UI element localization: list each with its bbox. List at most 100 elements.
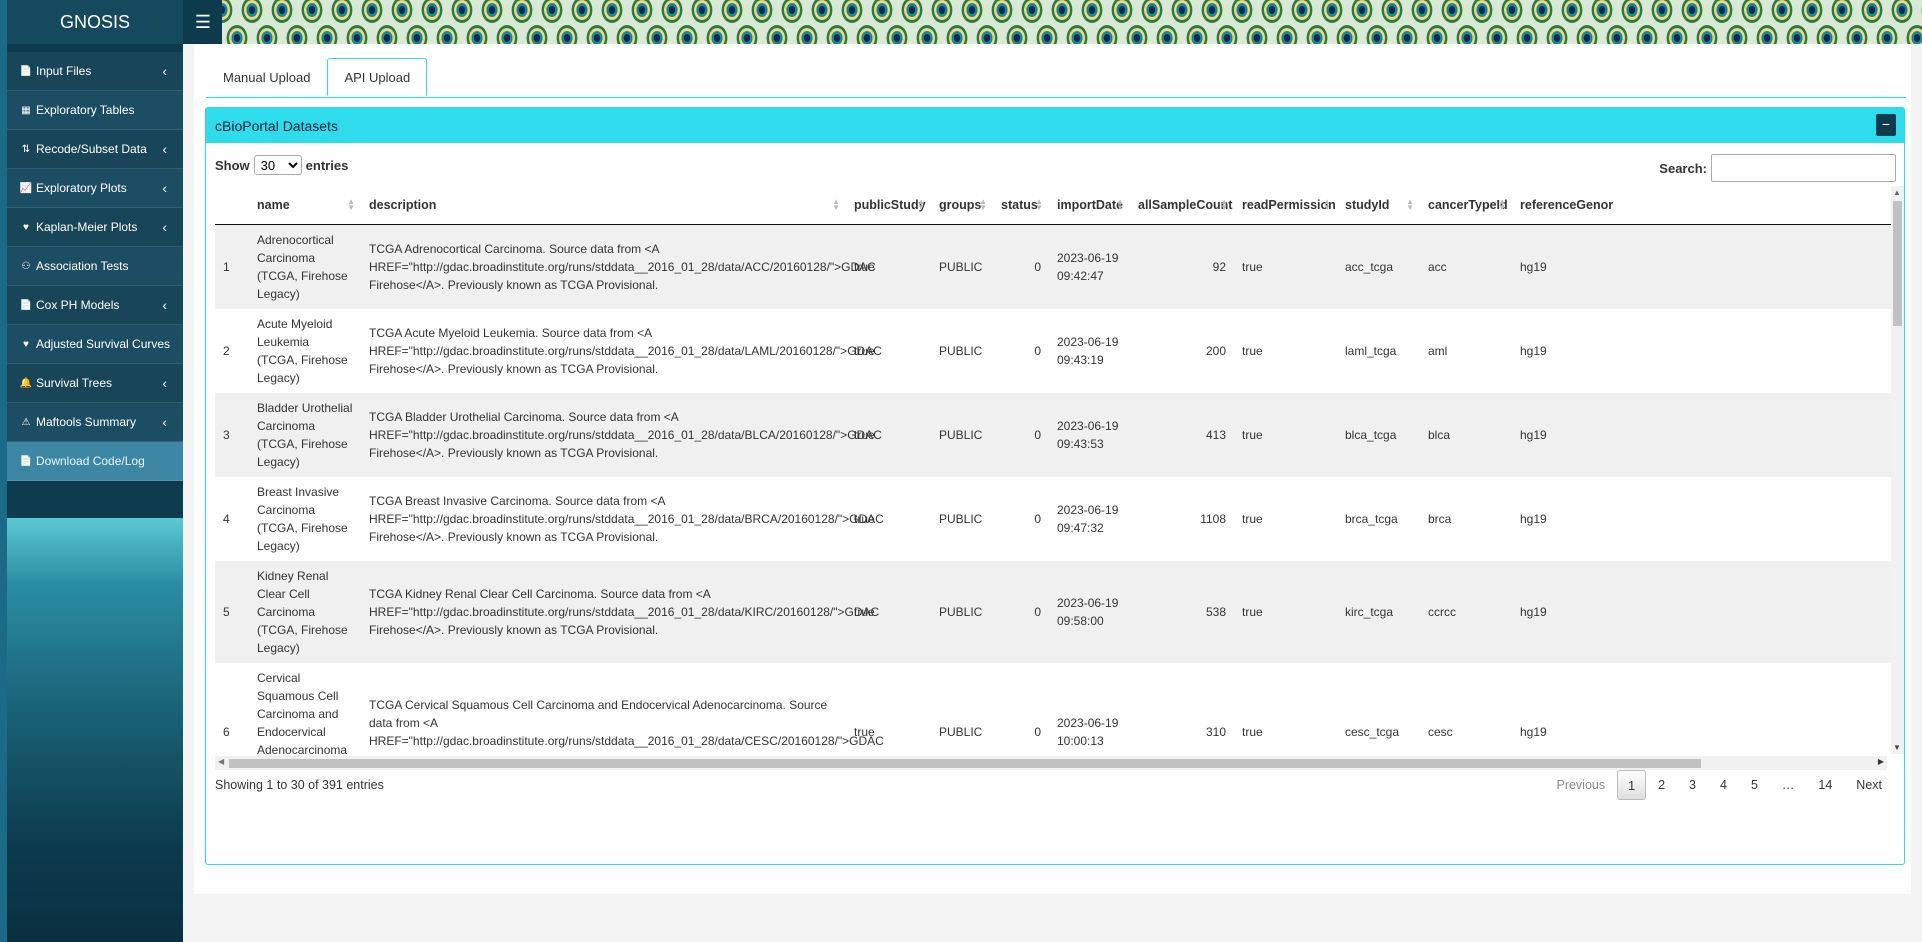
sort-icon[interactable]: ▲ ▼ — [1323, 197, 1331, 211]
table-cell-allsamplecount: 1108 — [1130, 476, 1234, 561]
column-header-publicstudy[interactable]: publicStudy ▲ ▼ — [846, 186, 931, 225]
table-row[interactable]: 5 Kidney Renal Clear Cell Carcinoma (TCGA… — [215, 560, 1895, 663]
table-cell-readpermission: true — [1234, 224, 1337, 309]
sort-icon[interactable]: ▲ ▼ — [1220, 197, 1228, 211]
page-button[interactable]: 14 — [1806, 770, 1844, 800]
sidebar-item-recode-subset-data[interactable]: ⇅ Recode/Subset Data ‹ — [7, 130, 183, 169]
page-button[interactable]: 2 — [1646, 770, 1677, 800]
table-cell-referencegenor: hg19 — [1512, 308, 1895, 393]
brand-logo[interactable]: GNOSIS — [7, 0, 183, 44]
previous-page-button[interactable]: Previous — [1544, 770, 1617, 800]
table-cell-studyid: brca_tcga — [1337, 476, 1420, 561]
table-cell-publicstudy: true — [846, 560, 931, 663]
table-row[interactable]: 1 Adrenocortical Carcinoma (TCGA, Firehos… — [215, 224, 1895, 309]
chevron-left-icon: ‹ — [162, 414, 167, 430]
column-header-groups[interactable]: groups ▲ ▼ — [931, 186, 993, 225]
table-row[interactable]: 4 Breast Invasive Carcinoma (TCGA, Fireho… — [215, 476, 1895, 561]
sidebar-item-exploratory-plots[interactable]: 📈 Exploratory Plots ‹ — [7, 169, 183, 208]
show-label: Show — [215, 157, 250, 173]
scroll-up-icon[interactable]: ▲ — [1893, 188, 1901, 197]
scroll-down-icon[interactable]: ▼ — [1893, 743, 1901, 752]
menu-icon: 🔔 — [19, 377, 33, 389]
scroll-right-icon[interactable]: ▶ — [1878, 757, 1884, 766]
horizontal-scroll-thumb[interactable] — [229, 759, 1701, 768]
sidebar-item-exploratory-tables[interactable]: ▦ Exploratory Tables — [7, 91, 183, 130]
page-button[interactable]: 5 — [1739, 770, 1770, 800]
sidebar-item-label: Adjusted Survival Curves — [36, 337, 171, 351]
horizontal-scrollbar[interactable]: ◀ ▶ — [215, 756, 1887, 770]
sort-icon[interactable]: ▲ ▼ — [1116, 197, 1124, 211]
sidebar-item-survival-trees[interactable]: 🔔 Survival Trees ‹ — [7, 364, 183, 403]
page-button[interactable]: 4 — [1708, 770, 1739, 800]
table-row[interactable]: 2 Acute Myeloid Leukemia (TCGA, Firehose … — [215, 308, 1895, 393]
vertical-scrollbar[interactable]: ▲ ▼ — [1891, 186, 1904, 754]
table-row[interactable]: 3 Bladder Urothelial Carcinoma (TCGA, Fir… — [215, 392, 1895, 477]
column-header-importdate[interactable]: importDate ▲ ▼ — [1049, 186, 1130, 225]
menu-icon: ⚠ — [21, 416, 31, 428]
sidebar-item-label: Input Files — [36, 64, 92, 78]
collapse-button[interactable]: − — [1876, 114, 1896, 136]
table-scroll-area[interactable]: name ▲ ▼ description ▲ ▼ publicStudy ▲ ▼ groups ▲ ▼… — [215, 186, 1900, 754]
sort-icon[interactable]: ▲ ▼ — [1035, 197, 1043, 211]
sidebar-toggle-button[interactable]: ☰ — [183, 0, 223, 44]
tab-manual-upload[interactable]: Manual Upload — [206, 58, 327, 96]
column-header-studyid[interactable]: studyId ▲ ▼ — [1337, 186, 1420, 225]
next-page-button[interactable]: Next — [1844, 770, 1894, 800]
menu-icon: 📄 — [19, 455, 33, 467]
tab-api-upload[interactable]: API Upload — [327, 58, 428, 96]
entries-length-select[interactable]: 30 — [253, 155, 302, 175]
table-cell-groups: PUBLIC — [931, 308, 993, 393]
table-cell-studyid: laml_tcga — [1337, 308, 1420, 393]
table-cell-cancertypeid: aml — [1420, 308, 1512, 393]
column-header-status[interactable]: status ▲ ▼ — [993, 186, 1049, 225]
column-header-name[interactable]: name ▲ ▼ — [249, 186, 361, 225]
table-cell-studyid: cesc_tcga — [1337, 662, 1420, 754]
table-body: 1 Adrenocortical Carcinoma (TCGA, Firehos… — [215, 224, 1895, 754]
table-cell-status: 0 — [993, 476, 1049, 561]
column-header-referencegenor[interactable]: referenceGenor — [1512, 186, 1895, 225]
column-header-label: referenceGenor — [1520, 197, 1614, 212]
page-button[interactable]: 1 — [1617, 770, 1647, 800]
table-cell-referencegenor: hg19 — [1512, 392, 1895, 477]
column-header-allsamplecount[interactable]: allSampleCount ▲ ▼ — [1130, 186, 1234, 225]
sort-icon[interactable]: ▲ ▼ — [917, 197, 925, 211]
vertical-scroll-thumb[interactable] — [1893, 201, 1902, 326]
sort-icon[interactable]: ▲ ▼ — [347, 197, 355, 211]
column-header-description[interactable]: description ▲ ▼ — [361, 186, 846, 225]
sidebar-item-maftools-summary[interactable]: ⚠ Maftools Summary ‹ — [7, 403, 183, 442]
sort-icon[interactable]: ▲ ▼ — [832, 197, 840, 211]
table-cell-studyid: kirc_tcga — [1337, 560, 1420, 663]
pagination-ellipsis: … — [1781, 778, 1795, 792]
table-cell-status: 0 — [993, 662, 1049, 754]
search-input[interactable] — [1711, 154, 1896, 182]
sidebar-item-kaplan-meier-plots[interactable]: ♥ Kaplan-Meier Plots ‹ — [7, 208, 183, 247]
sidebar-item-download-code-log[interactable]: 📄 Download Code/Log — [7, 442, 183, 481]
table-cell-groups: PUBLIC — [931, 560, 993, 663]
sidebar-item-association-tests[interactable]: ⚇ Association Tests — [7, 247, 183, 286]
sidebar-item-label: Kaplan-Meier Plots — [36, 220, 138, 234]
table-cell-index: 1 — [215, 224, 249, 309]
sidebar-item-label: Exploratory Tables — [36, 103, 135, 117]
table-cell-groups: PUBLIC — [931, 662, 993, 754]
sidebar-item-input-files[interactable]: 📄 Input Files ‹ — [7, 52, 183, 91]
sort-icon[interactable]: ▲ ▼ — [1498, 197, 1506, 211]
sidebar-item-adjusted-survival-curves[interactable]: ♥ Adjusted Survival Curves — [7, 325, 183, 364]
column-header-label: description — [369, 197, 437, 212]
table-cell-publicstudy: true — [846, 476, 931, 561]
table-cell-status: 0 — [993, 392, 1049, 477]
sidebar-item-cox-ph-models[interactable]: 📄 Cox PH Models ‹ — [7, 286, 183, 325]
table-cell-readpermission: true — [1234, 662, 1337, 754]
sort-icon[interactable]: ▲ ▼ — [979, 197, 987, 211]
chevron-left-icon: ‹ — [162, 375, 167, 391]
sort-icon[interactable]: ▲ ▼ — [1406, 197, 1414, 211]
scroll-left-icon[interactable]: ◀ — [218, 757, 224, 766]
table-row[interactable]: 6 Cervical Squamous Cell Carcinoma and En… — [215, 662, 1895, 754]
page-button[interactable]: 3 — [1677, 770, 1708, 800]
table-cell-publicstudy: true — [846, 662, 931, 754]
column-header-readpermission[interactable]: readPermission ▲ ▼ — [1234, 186, 1337, 225]
table-cell-readpermission: true — [1234, 476, 1337, 561]
table-cell-description: TCGA Acute Myeloid Leukemia. Source data… — [361, 308, 882, 393]
entries-label: entries — [305, 157, 349, 173]
column-header-cancertypeid[interactable]: cancerTypeId ▲ ▼ — [1420, 186, 1512, 225]
sidebar-item-label: Survival Trees — [36, 376, 113, 390]
